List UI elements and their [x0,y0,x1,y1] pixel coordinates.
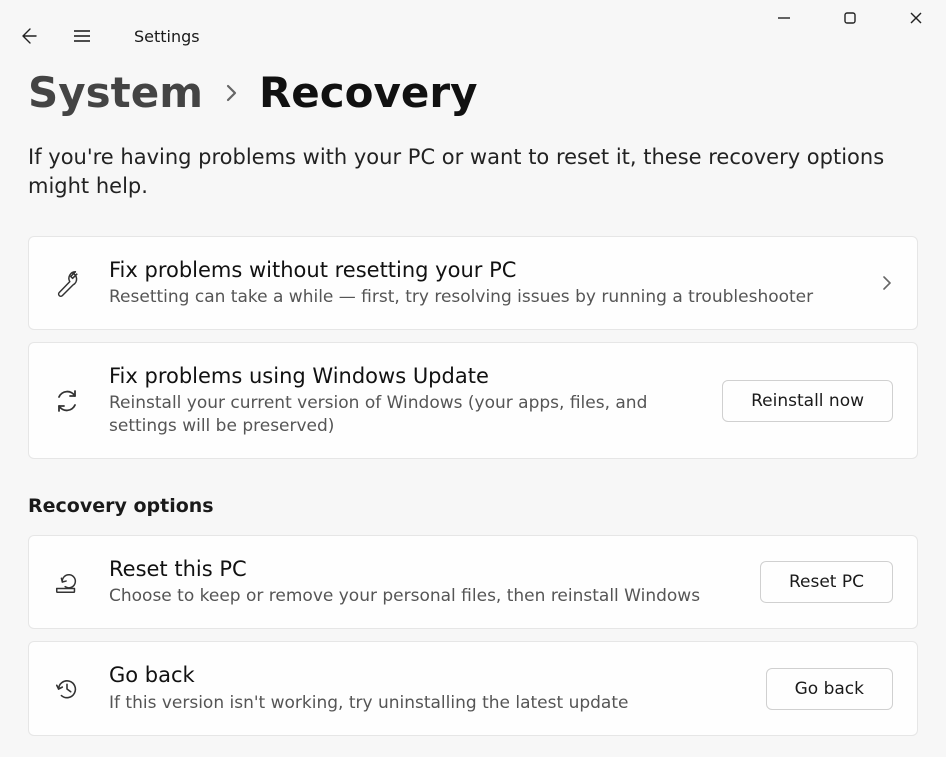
app-title: Settings [134,27,200,46]
reset-pc-title: Reset this PC [109,556,732,583]
go-back-desc: If this version isn't working, try unins… [109,692,738,715]
reset-pc-card: Reset this PC Choose to keep or remove y… [28,535,918,629]
intro-text: If you're having problems with your PC o… [28,143,918,202]
breadcrumb: System Recovery [28,68,918,117]
windows-update-card: Fix problems using Windows Update Reinst… [28,342,918,459]
reinstall-now-button[interactable]: Reinstall now [722,380,893,422]
winupdate-title: Fix problems using Windows Update [109,363,694,390]
troubleshoot-desc: Resetting can take a while — first, try … [109,286,853,309]
minimize-button[interactable] [774,8,794,28]
troubleshoot-card[interactable]: Fix problems without resetting your PC R… [28,236,918,330]
go-back-title: Go back [109,662,738,689]
nav-menu-button[interactable] [72,26,92,46]
winupdate-desc: Reinstall your current version of Window… [109,392,694,438]
close-button[interactable] [906,8,926,28]
chevron-right-icon [223,84,239,102]
page-title: Recovery [259,68,478,117]
go-back-button[interactable]: Go back [766,668,893,710]
breadcrumb-parent[interactable]: System [28,68,203,117]
chevron-right-icon [881,275,893,291]
back-button[interactable] [18,26,38,46]
wrench-icon [53,268,81,298]
recovery-options-heading: Recovery options [28,495,918,517]
refresh-icon [53,387,81,415]
go-back-card: Go back If this version isn't working, t… [28,641,918,735]
history-icon [53,674,81,704]
maximize-button[interactable] [840,8,860,28]
reset-pc-icon [53,567,81,597]
reset-pc-desc: Choose to keep or remove your personal f… [109,585,732,608]
reset-pc-button[interactable]: Reset PC [760,561,893,603]
troubleshoot-title: Fix problems without resetting your PC [109,257,853,284]
